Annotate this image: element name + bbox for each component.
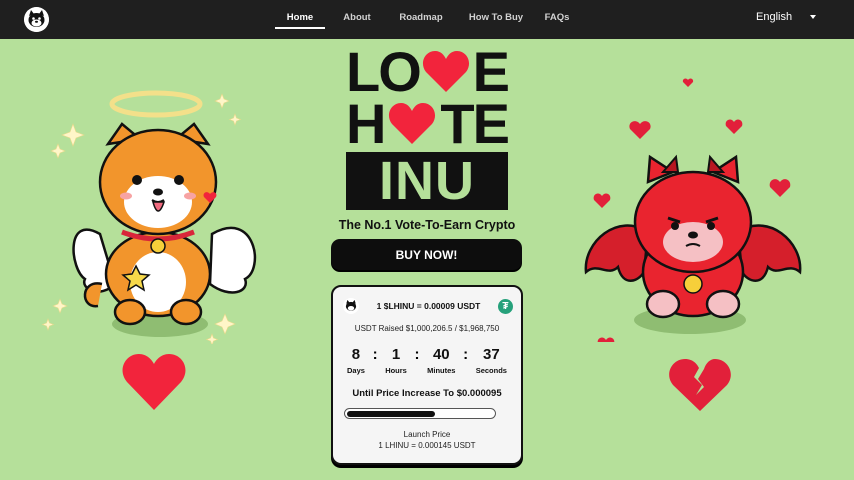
heart-icon xyxy=(423,51,470,92)
heart-icon xyxy=(389,103,436,144)
nav-about[interactable]: About xyxy=(339,0,375,39)
broken-heart-icon xyxy=(668,357,732,413)
countdown-days: 8 Days xyxy=(347,346,365,375)
devil-dog-illustration xyxy=(578,72,808,352)
tether-icon: ₮ xyxy=(497,298,513,314)
nav-home[interactable]: Home xyxy=(275,0,325,29)
nav-how-to-buy[interactable]: How To Buy xyxy=(467,0,525,39)
countdown-seconds: 37 Seconds xyxy=(475,346,507,375)
buy-now-button[interactable]: BUY NOW! xyxy=(331,239,522,270)
countdown-timer: 8 Days : 1 Hours : 40 Minutes : 37 Secon… xyxy=(347,346,507,375)
heart-icon xyxy=(121,352,187,412)
top-navbar: Home About Roadmap How To Buy FAQs Engli… xyxy=(0,0,854,39)
main-menu: Home About Roadmap How To Buy FAQs xyxy=(275,0,573,39)
dog-face-icon[interactable] xyxy=(24,7,49,32)
usdt-raised: USDT Raised $1,000,206.5 / $1,968,750 xyxy=(354,324,500,333)
language-label: English xyxy=(756,11,793,23)
countdown-hours: 1 Hours xyxy=(385,346,407,375)
title-line-love: LO E xyxy=(346,40,510,103)
angel-dog-illustration xyxy=(40,84,280,346)
title-inu-box: INU xyxy=(346,151,508,211)
love-hate-inu-logo: LO E H TE INU xyxy=(346,40,510,211)
nav-faqs[interactable]: FAQs xyxy=(541,0,573,39)
dog-face-icon xyxy=(343,298,359,314)
presale-card: 1 $LHINU = 0.00009 USDT ₮ USDT Raised $1… xyxy=(331,285,523,465)
next-price-text: Until Price Increase To $0.000095 xyxy=(352,388,502,399)
chevron-down-icon xyxy=(810,15,817,19)
nav-roadmap[interactable]: Roadmap xyxy=(395,0,447,39)
launch-price-label: Launch Price xyxy=(403,430,451,439)
title-line-hate: H TE xyxy=(346,92,510,155)
countdown-minutes: 40 Minutes xyxy=(427,346,456,375)
progress-fill xyxy=(346,410,435,417)
presale-progress-bar xyxy=(344,408,496,419)
tagline: The No.1 Vote-To-Earn Crypto xyxy=(338,218,516,232)
token-price: 1 $LHINU = 0.00009 USDT xyxy=(376,301,481,311)
language-select[interactable]: English xyxy=(756,11,817,23)
launch-price-value: 1 LHINU = 0.000145 USDT xyxy=(378,441,476,450)
